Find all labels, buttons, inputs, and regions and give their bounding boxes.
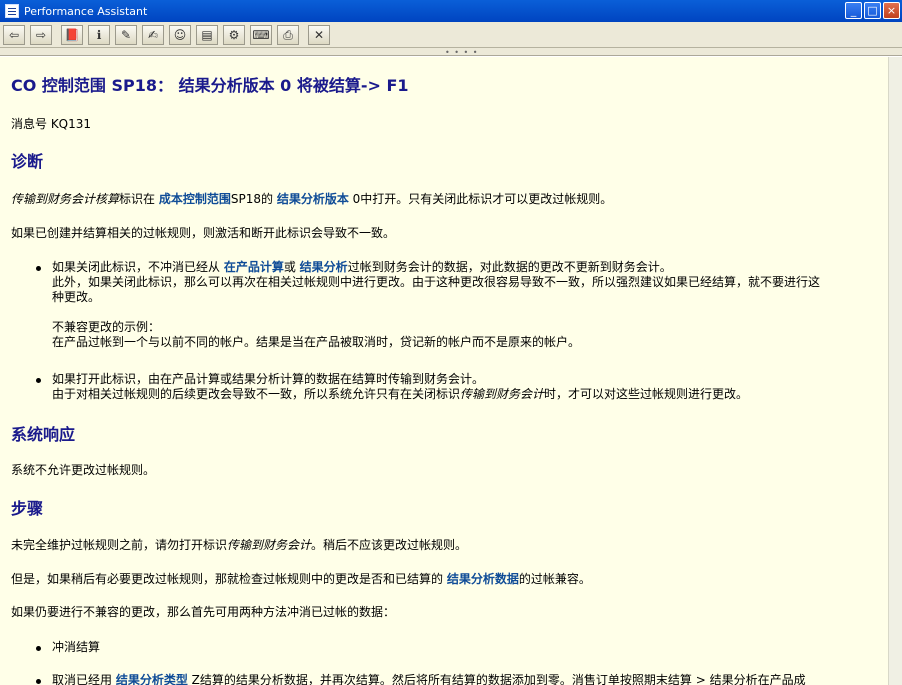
message-number: 消息号 KQ131 [11, 117, 92, 131]
system-response-text: 系统不允许更改过帐规则。 [11, 463, 156, 477]
text: 或 [283, 260, 300, 274]
technical-info-icon[interactable]: ℹ [88, 24, 110, 45]
link-results-analysis[interactable]: 结果分析 [300, 260, 348, 274]
forward-icon[interactable]: ⇨ [30, 24, 52, 45]
splitter[interactable]: • • • • [0, 48, 902, 57]
window-title: Performance Assistant [24, 4, 148, 18]
text: 过帐到财务会计的数据，对此数据的更改不更新到财务会计。 [347, 260, 672, 274]
text: 不兼容更改的示例： 在产品过帐到一个与以前不同的帐户。结果是当在产品被取消时，贷… [52, 320, 580, 350]
procedure-heading: 步骤 [11, 499, 44, 518]
link-wip-calculation[interactable]: 在产品计算 [224, 260, 284, 274]
procedure-paragraph-1: 未完全维护过帐规则之前，请勿打开标识传输到财务会计。稍后不应该更改过帐规则。 [11, 536, 467, 553]
text: 种更改。 [52, 290, 101, 304]
glossary-icon[interactable]: ⌨ [250, 24, 272, 45]
text: 此外，如果关闭此标识，那么可以再次在相关过帐规则中进行更改。由于这种更改很容易导… [52, 275, 821, 289]
text: 如果打开此标识，由在产品计算或结果分析计算的数据在结算时传输到财务会计。 [52, 372, 485, 386]
print-icon[interactable]: ⎙ [277, 24, 299, 45]
toolbar: ⇦ ⇨ 📕 ℹ ✎ ✍ ☺ ▤ ⚙ ⌨ ⎙ ✕ [0, 22, 902, 48]
text: SP18的 [230, 192, 277, 206]
text: 由于对相关过帐规则的后续更改会导致不一致，所以系统允许只有在关闭标识 [52, 387, 461, 401]
book-icon[interactable]: 📕 [61, 24, 83, 45]
minimize-button[interactable]: _ [845, 2, 862, 19]
page-title: CO 控制范围 SP18： 结果分析版本 0 将被结算-> F1 [11, 76, 409, 95]
table-icon[interactable]: ▤ [196, 24, 218, 45]
app-icon [5, 4, 19, 18]
diagnosis-paragraph-1: 传输到财务会计核算标识在 成本控制范围SP18的 结果分析版本 0中打开。只有关… [11, 190, 612, 207]
procedure-paragraph-3: 如果仍要进行不兼容的更改，那么首先可用两种方法冲消已过帐的数据： [11, 605, 396, 619]
term-transfer-fi: 传输到财务会计 [227, 538, 312, 552]
list-item: 取消已经用 结果分析类型 Z结算的结果分析数据，并再次结算。然后将所有结算的数据… [52, 673, 806, 685]
procedure-paragraph-2: 但是，如果稍后有必要更改过帐规则，那就检查过帐规则中的更改是否和已结算的 结果分… [11, 570, 591, 587]
diagnosis-heading: 诊断 [11, 152, 44, 171]
text: 标识在 [119, 192, 159, 206]
text: 取消已经用 [52, 673, 116, 685]
text: 0中打开。只有关闭此标识才可以更改过帐规则。 [348, 192, 613, 206]
diagnosis-paragraph-2: 如果已创建并结算相关的过帐规则，则激活和断开此标识会导致不一致。 [11, 226, 396, 240]
text: 不兼容更改的示例： [52, 320, 161, 334]
back-icon[interactable]: ⇦ [3, 24, 25, 45]
settings-icon[interactable]: ⚙ [223, 24, 245, 45]
edit-icon[interactable]: ✎ [115, 24, 137, 45]
text: 但是，如果稍后有必要更改过帐规则，那就检查过帐规则中的更改是否和已结算的 [11, 572, 447, 586]
text: 时，才可以对这些过帐规则进行更改。 [544, 387, 749, 401]
text: 在产品过帐到一个与以前不同的帐户。结果是当在产品被取消时，贷记新的帐户而不是原来… [52, 335, 581, 349]
list-item: 冲消结算 [52, 640, 101, 654]
term-transfer-fi: 传输到财务会计核算 [11, 192, 120, 206]
link-ra-data[interactable]: 结果分析数据 [447, 572, 519, 586]
text: Z结算的结果分析数据，并再次结算。然后将所有结算的数据添加到零。消售订单按照期末… [187, 673, 806, 685]
text: 如果关闭此标识，不冲消已经从 [52, 260, 224, 274]
exit-icon[interactable]: ✕ [308, 24, 330, 45]
list-item: 如果打开此标识，由在产品计算或结果分析计算的数据在结算时传输到财务会计。 由于对… [52, 372, 748, 402]
maximize-button[interactable]: □ [864, 2, 881, 19]
link-ra-type[interactable]: 结果分析类型 [116, 673, 188, 685]
title-bar: Performance Assistant _ □ × [0, 0, 902, 22]
comment-icon[interactable]: ✍ [142, 24, 164, 45]
list-item: 如果关闭此标识，不冲消已经从 在产品计算或 结果分析过帐到财务会计的数据，对此数… [52, 260, 820, 305]
text: 的过帐兼容。 [518, 572, 591, 586]
text: 未完全维护过帐规则之前，请勿打开标识 [11, 538, 228, 552]
close-button[interactable]: × [883, 2, 900, 19]
bullet-icon [36, 266, 41, 271]
link-controlling-area[interactable]: 成本控制范围 [159, 192, 231, 206]
text: 。稍后不应该更改过帐规则。 [311, 538, 468, 552]
splitter-grip: • • • • [445, 48, 479, 57]
user-icon[interactable]: ☺ [169, 24, 191, 45]
bullet-icon [36, 679, 41, 684]
document-area: CO 控制范围 SP18： 结果分析版本 0 将被结算-> F1 消息号 KQ1… [0, 57, 888, 685]
term-transfer-fi: 传输到财务会计 [460, 387, 545, 401]
link-ra-version[interactable]: 结果分析版本 [277, 192, 349, 206]
system-response-heading: 系统响应 [11, 425, 76, 444]
bullet-icon [36, 646, 41, 651]
bullet-icon [36, 378, 41, 383]
vertical-scrollbar[interactable] [888, 57, 902, 685]
